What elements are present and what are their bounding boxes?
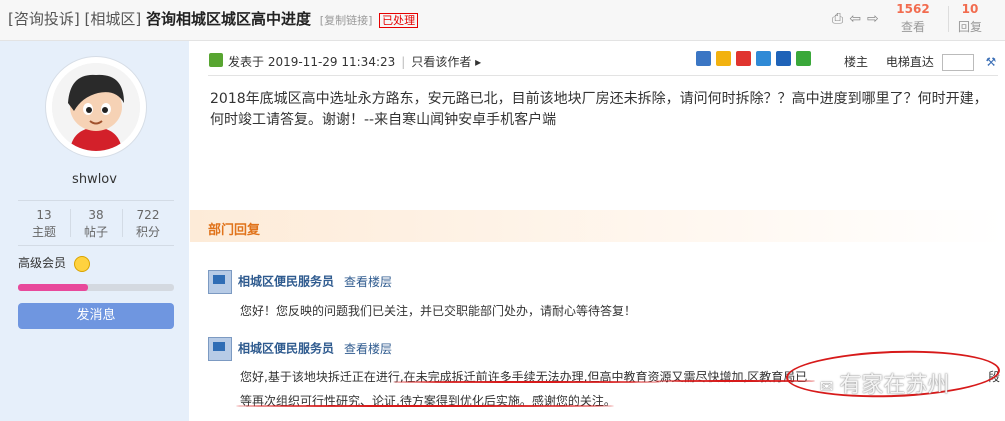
reply-author[interactable]: 相城区便民服务员 [238,342,334,356]
renren-share-icon[interactable] [776,51,791,66]
username[interactable]: shwlov [0,172,189,187]
avatar-cartoon-icon [52,63,140,151]
stat-divider [948,6,949,32]
views-count: 1562 [896,2,930,16]
qzone-share-icon[interactable] [696,51,711,66]
stat-posts[interactable]: 38 帖子 [70,207,122,241]
smiley-icon [73,255,90,272]
stat-points[interactable]: 722 积分 [122,207,174,241]
wechat-watermark-icon: ✉ [820,377,834,396]
prev-thread-icon[interactable]: ⇦ [849,11,867,27]
thread-header: [咨询投诉] [相城区] 咨询相城区城区高中进度 [复制链接] 已处理 ⎙⇦⇨ … [0,0,1005,41]
reply-text-line1: 您好,基于该地块拆迁正在进行,在未完成拆迁前许多手续无法办理,但高中教育资源又需… [240,365,807,389]
thread-title: 咨询相城区城区高中进度 [146,10,312,28]
reply-header: 相城区便民服务员 查看楼层 [208,270,392,294]
stat-posts-value: 38 [88,208,104,222]
views-label: 查看 [900,20,925,34]
reply-text-line2: 等再次组织可行性研究、论证,待方案得到优化后实施。感谢您的关注。 [240,394,616,408]
level-progress-fill [18,284,89,291]
avatar[interactable] [52,63,140,151]
stat-points-value: 722 [136,208,160,222]
department-reply-section: 部门回复 [190,210,1005,242]
replies-count: 10 [961,2,979,16]
level-progress-bar [18,284,174,291]
next-thread-icon[interactable]: ⇨ [867,11,885,27]
replies-stat: 10 回复 [950,2,990,35]
district-tag[interactable]: [相城区] [85,10,142,28]
print-icon[interactable]: ⎙ [832,11,849,27]
user-level: 高级会员 [18,254,90,272]
status-badge: 已处理 [379,13,419,28]
department-reply-label: 部门回复 [208,223,261,238]
wechat-share-icon[interactable] [796,51,811,66]
meta-divider [208,75,998,76]
post-content: 2018年底城区高中选址永方路东，安元路已北，目前该地块厂房还未拆除，请问何时拆… [210,91,988,128]
play-arrow-icon: ▸ [475,55,482,69]
thread-title-bar: [咨询投诉] [相城区] 咨询相城区城区高中进度 [复制链接] 已处理 [8,8,419,29]
post-meta-bar: 发表于 2019-11-29 11:34:23 | 只看该作者 ▸ 楼主 电梯直达 … [208,50,1003,72]
replies-label: 回复 [957,20,982,34]
weibo-share-icon[interactable] [736,51,751,66]
annotation-underline [393,381,661,383]
share-icons [696,51,816,69]
floor-jump-input[interactable] [941,54,974,71]
user-level-label: 高级会员 [18,256,67,270]
jump-label: 电梯直达 [885,55,934,69]
category-tag[interactable]: [咨询投诉] [8,10,80,28]
qq-share-icon[interactable] [756,51,771,66]
copy-link[interactable]: [复制链接] [320,14,373,27]
post-meta-text: 发表于 2019-11-29 11:34:23 | 只看该作者 ▸ [228,55,482,69]
view-floor-link[interactable]: 查看楼层 [344,342,392,356]
header-actions: ⎙⇦⇨ [832,11,885,27]
annotation-underline [236,405,614,407]
favorite-share-icon[interactable] [716,51,731,66]
stat-points-label: 积分 [135,225,160,239]
views-stat: 1562 查看 [893,2,933,35]
reply-text: 您好！您反映的问题我们已关注，并已交职能部门处办，请耐心等待答复！ [240,304,637,318]
stat-topics-label: 主题 [31,225,56,239]
user-stats: 13 主题 38 帖子 722 积分 [18,200,174,246]
wrench-icon[interactable]: ⚒ [986,55,997,69]
watermark-text: 有家在苏州 [839,373,950,398]
avatar-frame[interactable] [45,56,147,158]
user-sidebar: shwlov 13 主题 38 帖子 722 积分 高级会员 发消息 [0,41,189,421]
watermark: ✉ 有家在苏州 [820,367,949,399]
service-account-icon [208,270,232,294]
service-account-icon [208,337,232,361]
floor-controls: 楼主 电梯直达 ⚒ [844,53,996,71]
author-only-link[interactable]: 只看该作者 [411,55,471,69]
reply-header: 相城区便民服务员 查看楼层 [208,337,392,361]
online-status-icon [209,53,223,67]
stat-topics[interactable]: 13 主题 [18,207,70,241]
reply-author[interactable]: 相城区便民服务员 [238,275,334,289]
stat-posts-label: 帖子 [83,225,108,239]
posted-time: 发表于 2019-11-29 11:34:23 [228,55,396,69]
stat-topics-value: 13 [36,208,52,222]
send-message-button[interactable]: 发消息 [18,303,174,329]
view-floor-link[interactable]: 查看楼层 [344,275,392,289]
floor-label: 楼主 [844,55,869,69]
